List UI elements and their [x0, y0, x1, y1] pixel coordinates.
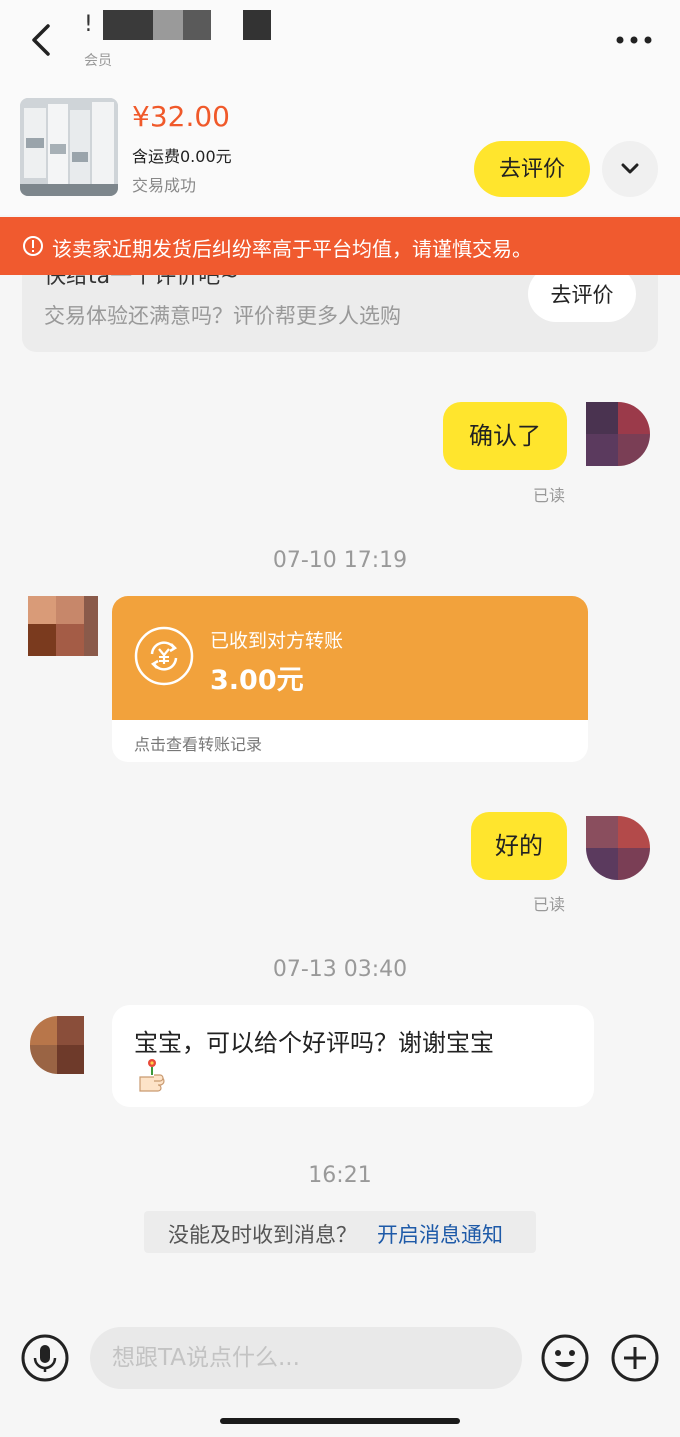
- message-text: 宝宝，可以给个好评吗？谢谢宝宝: [134, 1029, 494, 1057]
- more-horizontal-icon[interactable]: [612, 30, 656, 50]
- emoji-icon[interactable]: [540, 1333, 590, 1383]
- contact-name-text: !: [84, 12, 93, 37]
- evaluation-subtitle: 交易体验还满意吗？评价帮更多人选购: [44, 304, 401, 328]
- message-text: 确认了: [469, 422, 541, 450]
- chevron-down-icon: [621, 163, 639, 174]
- seller-avatar[interactable]: [30, 1016, 84, 1074]
- contact-name: !: [84, 10, 272, 40]
- home-indicator: [220, 1418, 460, 1424]
- product-price: ¥32.00: [132, 100, 230, 133]
- message-timestamp: 07-13 03:40: [272, 957, 408, 982]
- shipping-fee: 含运费0.00元: [132, 147, 232, 166]
- my-message-bubble[interactable]: 好的: [471, 812, 567, 880]
- notification-prompt-text: 没能及时收到消息？: [168, 1223, 357, 1247]
- plus-circle-icon[interactable]: [610, 1333, 660, 1383]
- alert-circle-icon: [23, 236, 43, 256]
- warning-text: 该卖家近期发货后纠纷率高于平台均值，请谨慎交易。: [52, 237, 532, 261]
- contact-subtitle: 会员: [84, 53, 112, 69]
- seller-avatar[interactable]: [28, 596, 98, 656]
- review-button[interactable]: 去评价: [474, 141, 590, 197]
- message-input[interactable]: [90, 1327, 522, 1389]
- my-avatar[interactable]: [586, 816, 650, 880]
- collapse-button[interactable]: [602, 141, 658, 197]
- seller-message-bubble[interactable]: 宝宝，可以给个好评吗？谢谢宝宝: [112, 1005, 594, 1107]
- transfer-record-link[interactable]: 点击查看转账记录: [134, 731, 262, 755]
- my-message-bubble[interactable]: 确认了: [443, 402, 567, 470]
- yuan-exchange-icon: [134, 626, 194, 686]
- chevron-left-icon[interactable]: [28, 22, 56, 58]
- message-timestamp: 07-10 17:19: [272, 548, 408, 573]
- trade-status: 交易成功: [132, 176, 197, 195]
- my-avatar[interactable]: [586, 402, 650, 466]
- enable-notification-link[interactable]: 开启消息通知: [377, 1219, 503, 1249]
- product-thumbnail[interactable]: [20, 98, 118, 196]
- thumbs-up-flower-emoji-icon: [139, 1059, 165, 1092]
- transfer-label: 已收到对方转账: [210, 630, 344, 652]
- message-text: 好的: [495, 832, 543, 860]
- read-receipt: 已读: [533, 486, 566, 505]
- message-timestamp: 16:21: [308, 1163, 372, 1188]
- transfer-amount: 3.00元: [210, 665, 304, 696]
- read-receipt: 已读: [533, 895, 566, 914]
- microphone-icon[interactable]: [20, 1333, 70, 1383]
